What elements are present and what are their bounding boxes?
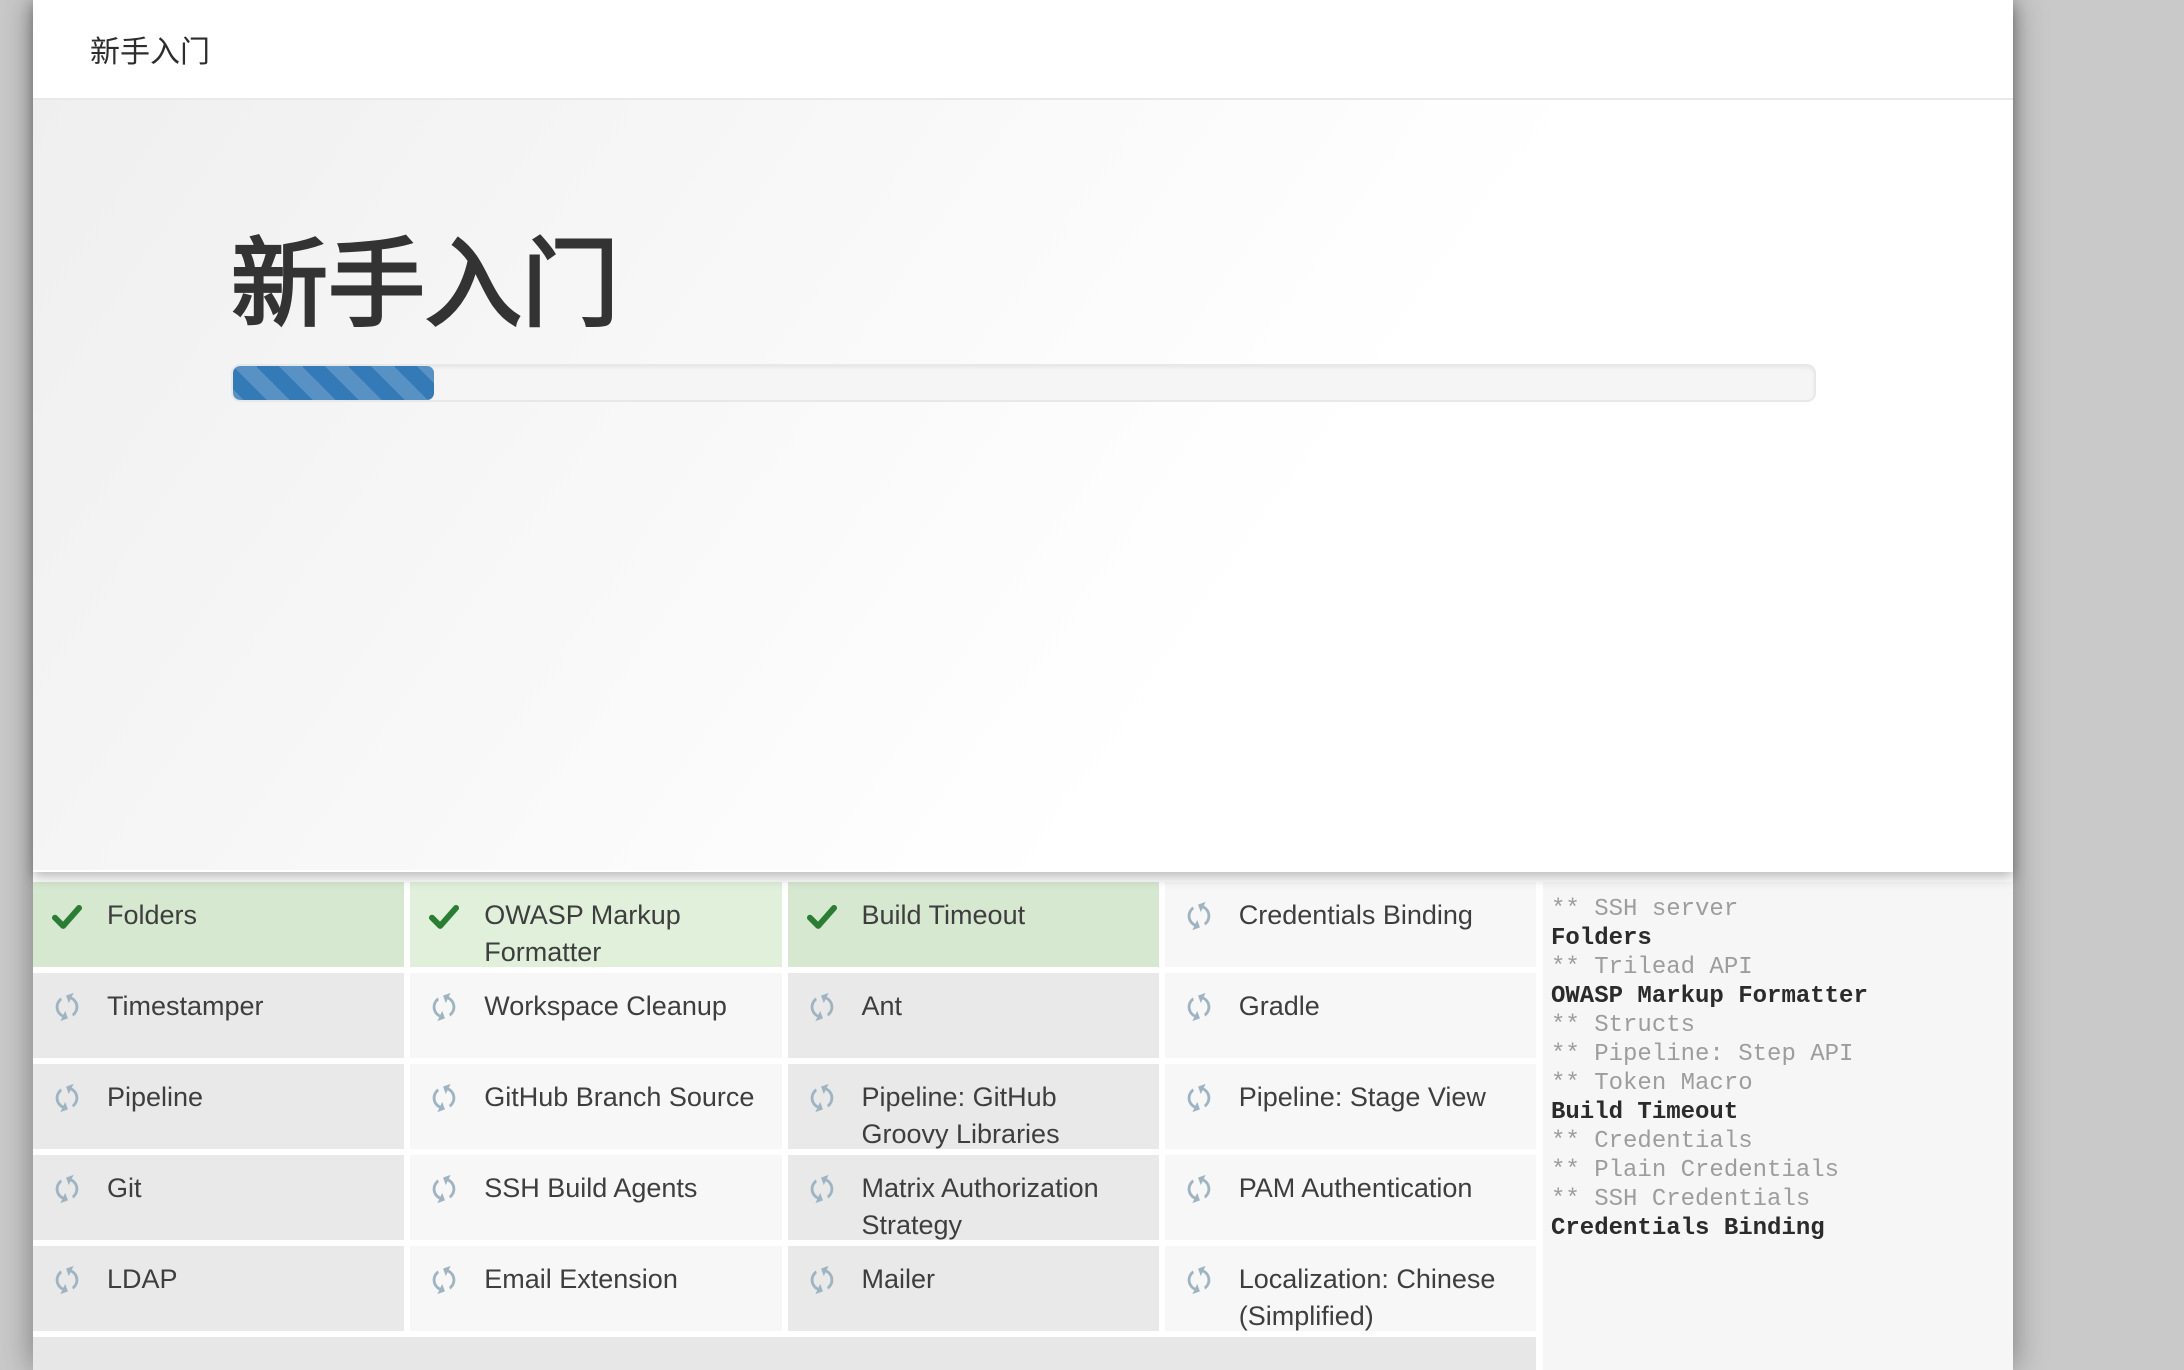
plugin-cell: Ant bbox=[787, 973, 1159, 1058]
plugin-label: Localization: Chinese (Simplified) bbox=[1238, 1264, 1496, 1331]
plugin-cell: Folders bbox=[33, 882, 405, 967]
plugin-label: Pipeline: Stage View bbox=[1238, 1082, 1486, 1112]
plugin-cell: Mailer bbox=[787, 1246, 1159, 1331]
sync-spinner-icon bbox=[805, 1081, 839, 1115]
plugin-grid: Folders OWASP Markup Formatter Build Tim… bbox=[33, 882, 1536, 1331]
log-line: ** Token Macro bbox=[1551, 1070, 1753, 1097]
plugin-cell: GitHub Branch Source bbox=[410, 1064, 782, 1149]
plugin-cell: Matrix Authorization Strategy bbox=[787, 1155, 1159, 1240]
plugin-label: PAM Authentication bbox=[1238, 1173, 1473, 1203]
jenkins-setup-wizard-page: { "window": { "header_title": "新手入门" }, … bbox=[0, 0, 2184, 1370]
plugin-cell: Timestamper bbox=[33, 973, 405, 1058]
setup-wizard-card: 新手入门 新手入门 Folders OWASP Markup Formatter… bbox=[33, 0, 2013, 1370]
sync-spinner-icon bbox=[50, 1172, 84, 1206]
plugin-label: GitHub Branch Source bbox=[484, 1082, 755, 1112]
plugin-cell: SSH Build Agents bbox=[410, 1155, 782, 1240]
sync-spinner-icon bbox=[1182, 1263, 1216, 1297]
install-progress-bar bbox=[231, 364, 1816, 402]
log-line: ** Pipeline: Step API bbox=[1551, 1041, 1854, 1068]
log-line: ** SSH Credentials bbox=[1551, 1186, 1811, 1213]
plugin-cell: PAM Authentication bbox=[1164, 1155, 1536, 1240]
plugin-label: Ant bbox=[861, 991, 903, 1021]
plugin-install-section: Folders OWASP Markup Formatter Build Tim… bbox=[33, 872, 2013, 1370]
plugin-cell: Localization: Chinese (Simplified) bbox=[1164, 1246, 1536, 1331]
modal-header: 新手入门 bbox=[33, 0, 2013, 100]
page-title: 新手入门 bbox=[231, 230, 619, 339]
check-icon bbox=[427, 899, 461, 933]
plugin-cell: Email Extension bbox=[410, 1246, 782, 1331]
plugin-label: Build Timeout bbox=[861, 900, 1026, 930]
sync-spinner-icon bbox=[50, 1263, 84, 1297]
sync-spinner-icon bbox=[1182, 990, 1216, 1024]
plugin-cell: Pipeline: GitHub Groovy Libraries bbox=[787, 1064, 1159, 1149]
install-log[interactable]: ** SSH server Folders ** Trilead API OWASP … bbox=[1543, 882, 2013, 1370]
sync-spinner-icon bbox=[1182, 1081, 1216, 1115]
modal-body: 新手入门 bbox=[33, 100, 2013, 870]
plugin-label: Gradle bbox=[1238, 991, 1320, 1021]
sync-spinner-icon bbox=[427, 1081, 461, 1115]
log-line: ** Credentials bbox=[1551, 1128, 1753, 1155]
plugin-cell: Gradle bbox=[1164, 973, 1536, 1058]
plugin-label: Folders bbox=[107, 900, 198, 930]
plugin-cell: Pipeline bbox=[33, 1064, 405, 1149]
plugin-label: Credentials Binding bbox=[1238, 900, 1473, 930]
plugin-cell: Pipeline: Stage View bbox=[1164, 1064, 1536, 1149]
plugin-label: Pipeline: GitHub Groovy Libraries bbox=[861, 1082, 1060, 1149]
plugin-cell: Git bbox=[33, 1155, 405, 1240]
log-line: Build Timeout bbox=[1551, 1099, 1739, 1126]
log-line: ** SSH server bbox=[1551, 896, 1739, 923]
sync-spinner-icon bbox=[805, 990, 839, 1024]
log-line: ** Trilead API bbox=[1551, 954, 1753, 981]
plugin-cell: Workspace Cleanup bbox=[410, 973, 782, 1058]
plugin-label: Git bbox=[107, 1173, 142, 1203]
log-line: Folders bbox=[1551, 925, 1652, 952]
sync-spinner-icon bbox=[427, 990, 461, 1024]
grid-footer bbox=[33, 1337, 1536, 1370]
sync-spinner-icon bbox=[50, 990, 84, 1024]
check-icon bbox=[50, 899, 84, 933]
sync-spinner-icon bbox=[805, 1263, 839, 1297]
sync-spinner-icon bbox=[50, 1081, 84, 1115]
plugin-label: Mailer bbox=[861, 1264, 936, 1294]
plugin-label: Timestamper bbox=[107, 991, 264, 1021]
progress-fill bbox=[233, 366, 434, 400]
log-line: Credentials Binding bbox=[1551, 1215, 1825, 1242]
plugin-cell: Build Timeout bbox=[787, 882, 1159, 967]
plugin-label: Email Extension bbox=[484, 1264, 678, 1294]
sync-spinner-icon bbox=[1182, 899, 1216, 933]
log-line: ** Structs bbox=[1551, 1012, 1696, 1039]
plugin-label: Workspace Cleanup bbox=[484, 991, 727, 1021]
getting-started-modal: 新手入门 新手入门 bbox=[33, 0, 2013, 872]
plugin-label: Matrix Authorization Strategy bbox=[861, 1173, 1099, 1240]
plugin-grid-wrap: Folders OWASP Markup Formatter Build Tim… bbox=[33, 882, 1536, 1370]
modal-header-title: 新手入门 bbox=[90, 36, 210, 69]
plugin-cell: OWASP Markup Formatter bbox=[410, 882, 782, 967]
plugin-label: LDAP bbox=[107, 1264, 178, 1294]
plugin-label: OWASP Markup Formatter bbox=[484, 900, 681, 967]
log-line: OWASP Markup Formatter bbox=[1551, 983, 1868, 1010]
sync-spinner-icon bbox=[427, 1263, 461, 1297]
check-icon bbox=[805, 899, 839, 933]
plugin-cell: Credentials Binding bbox=[1164, 882, 1536, 967]
plugin-label: Pipeline bbox=[107, 1082, 204, 1112]
log-line: ** Plain Credentials bbox=[1551, 1157, 1840, 1184]
sync-spinner-icon bbox=[427, 1172, 461, 1206]
sync-spinner-icon bbox=[805, 1172, 839, 1206]
plugin-cell: LDAP bbox=[33, 1246, 405, 1331]
plugin-label: SSH Build Agents bbox=[484, 1173, 698, 1203]
sync-spinner-icon bbox=[1182, 1172, 1216, 1206]
